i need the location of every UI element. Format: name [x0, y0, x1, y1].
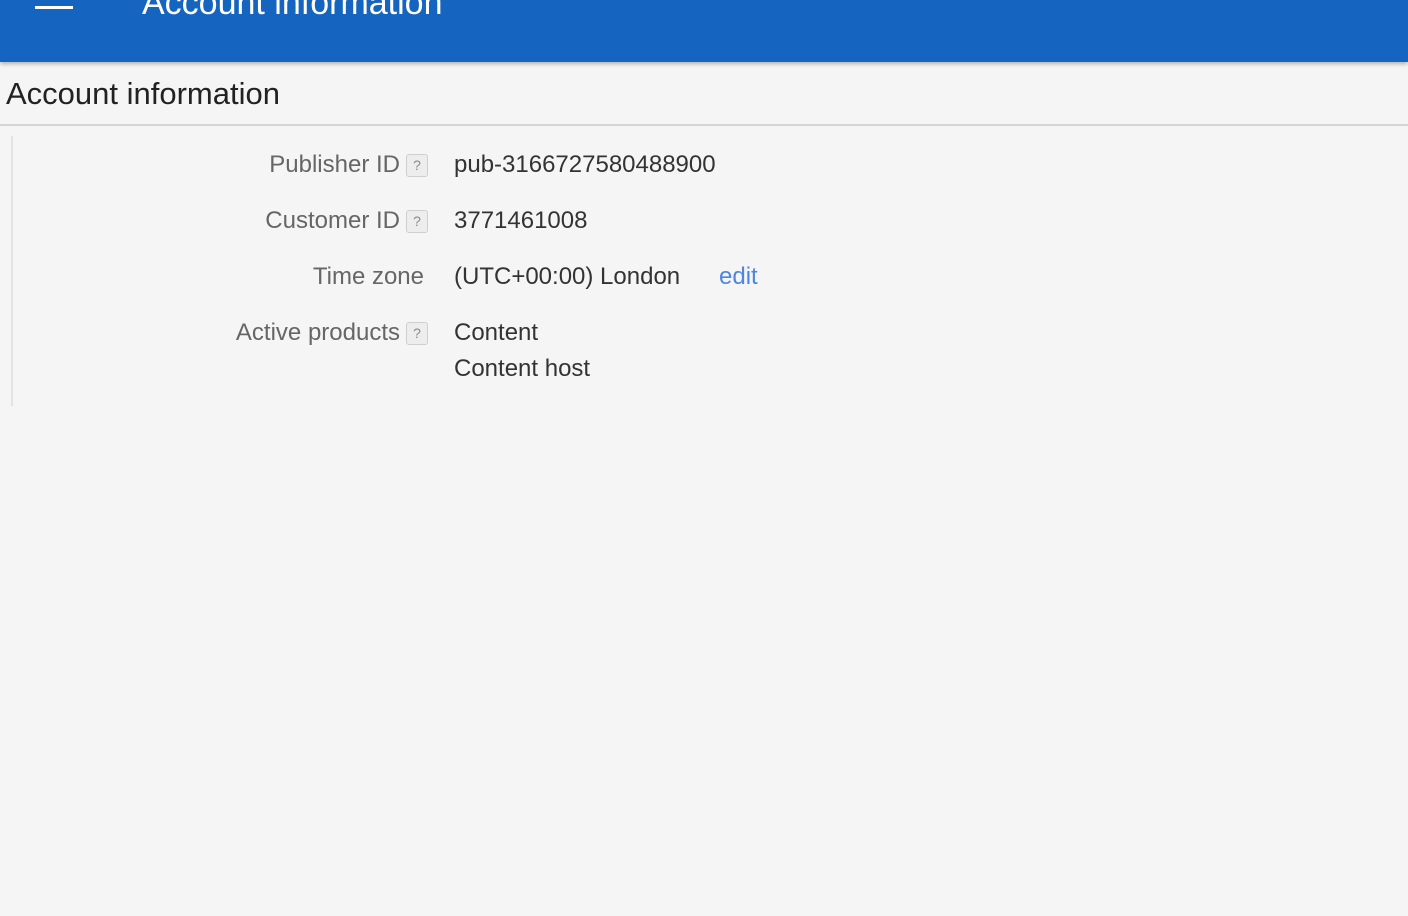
customer-id-value: 3771461008 — [454, 207, 588, 234]
app-bar: Account information — [0, 0, 1408, 62]
active-products-row: Active products ? Content Content host — [0, 319, 1408, 399]
time-zone-edit-link[interactable]: edit — [719, 263, 758, 291]
product-item: Content host — [454, 355, 591, 382]
customer-id-row: Customer ID ? 3771461008 — [0, 207, 1408, 247]
active-products-label: Active products — [235, 319, 400, 346]
publisher-id-label: Publisher ID — [269, 151, 400, 178]
time-zone-value: (UTC+00:00) London — [454, 263, 681, 290]
customer-id-label: Customer ID — [265, 207, 400, 234]
product-item: Content — [454, 319, 539, 346]
publisher-id-value: pub-3166727580488900 — [454, 151, 716, 178]
title-divider — [0, 124, 1408, 126]
active-products-help-icon[interactable]: ? — [406, 322, 428, 345]
app-bar-title: Account information — [142, 0, 443, 22]
hamburger-menu-icon[interactable] — [35, 0, 75, 14]
publisher-id-help-icon[interactable]: ? — [406, 154, 428, 177]
active-products-list: Content Content host — [454, 315, 590, 387]
publisher-id-row: Publisher ID ? pub-3166727580488900 — [0, 151, 1408, 191]
customer-id-help-icon[interactable]: ? — [406, 210, 428, 233]
time-zone-row: Time zone (UTC+00:00) London edit — [0, 263, 1408, 303]
time-zone-label: Time zone — [312, 263, 424, 290]
page-title: Account information — [6, 76, 280, 111]
